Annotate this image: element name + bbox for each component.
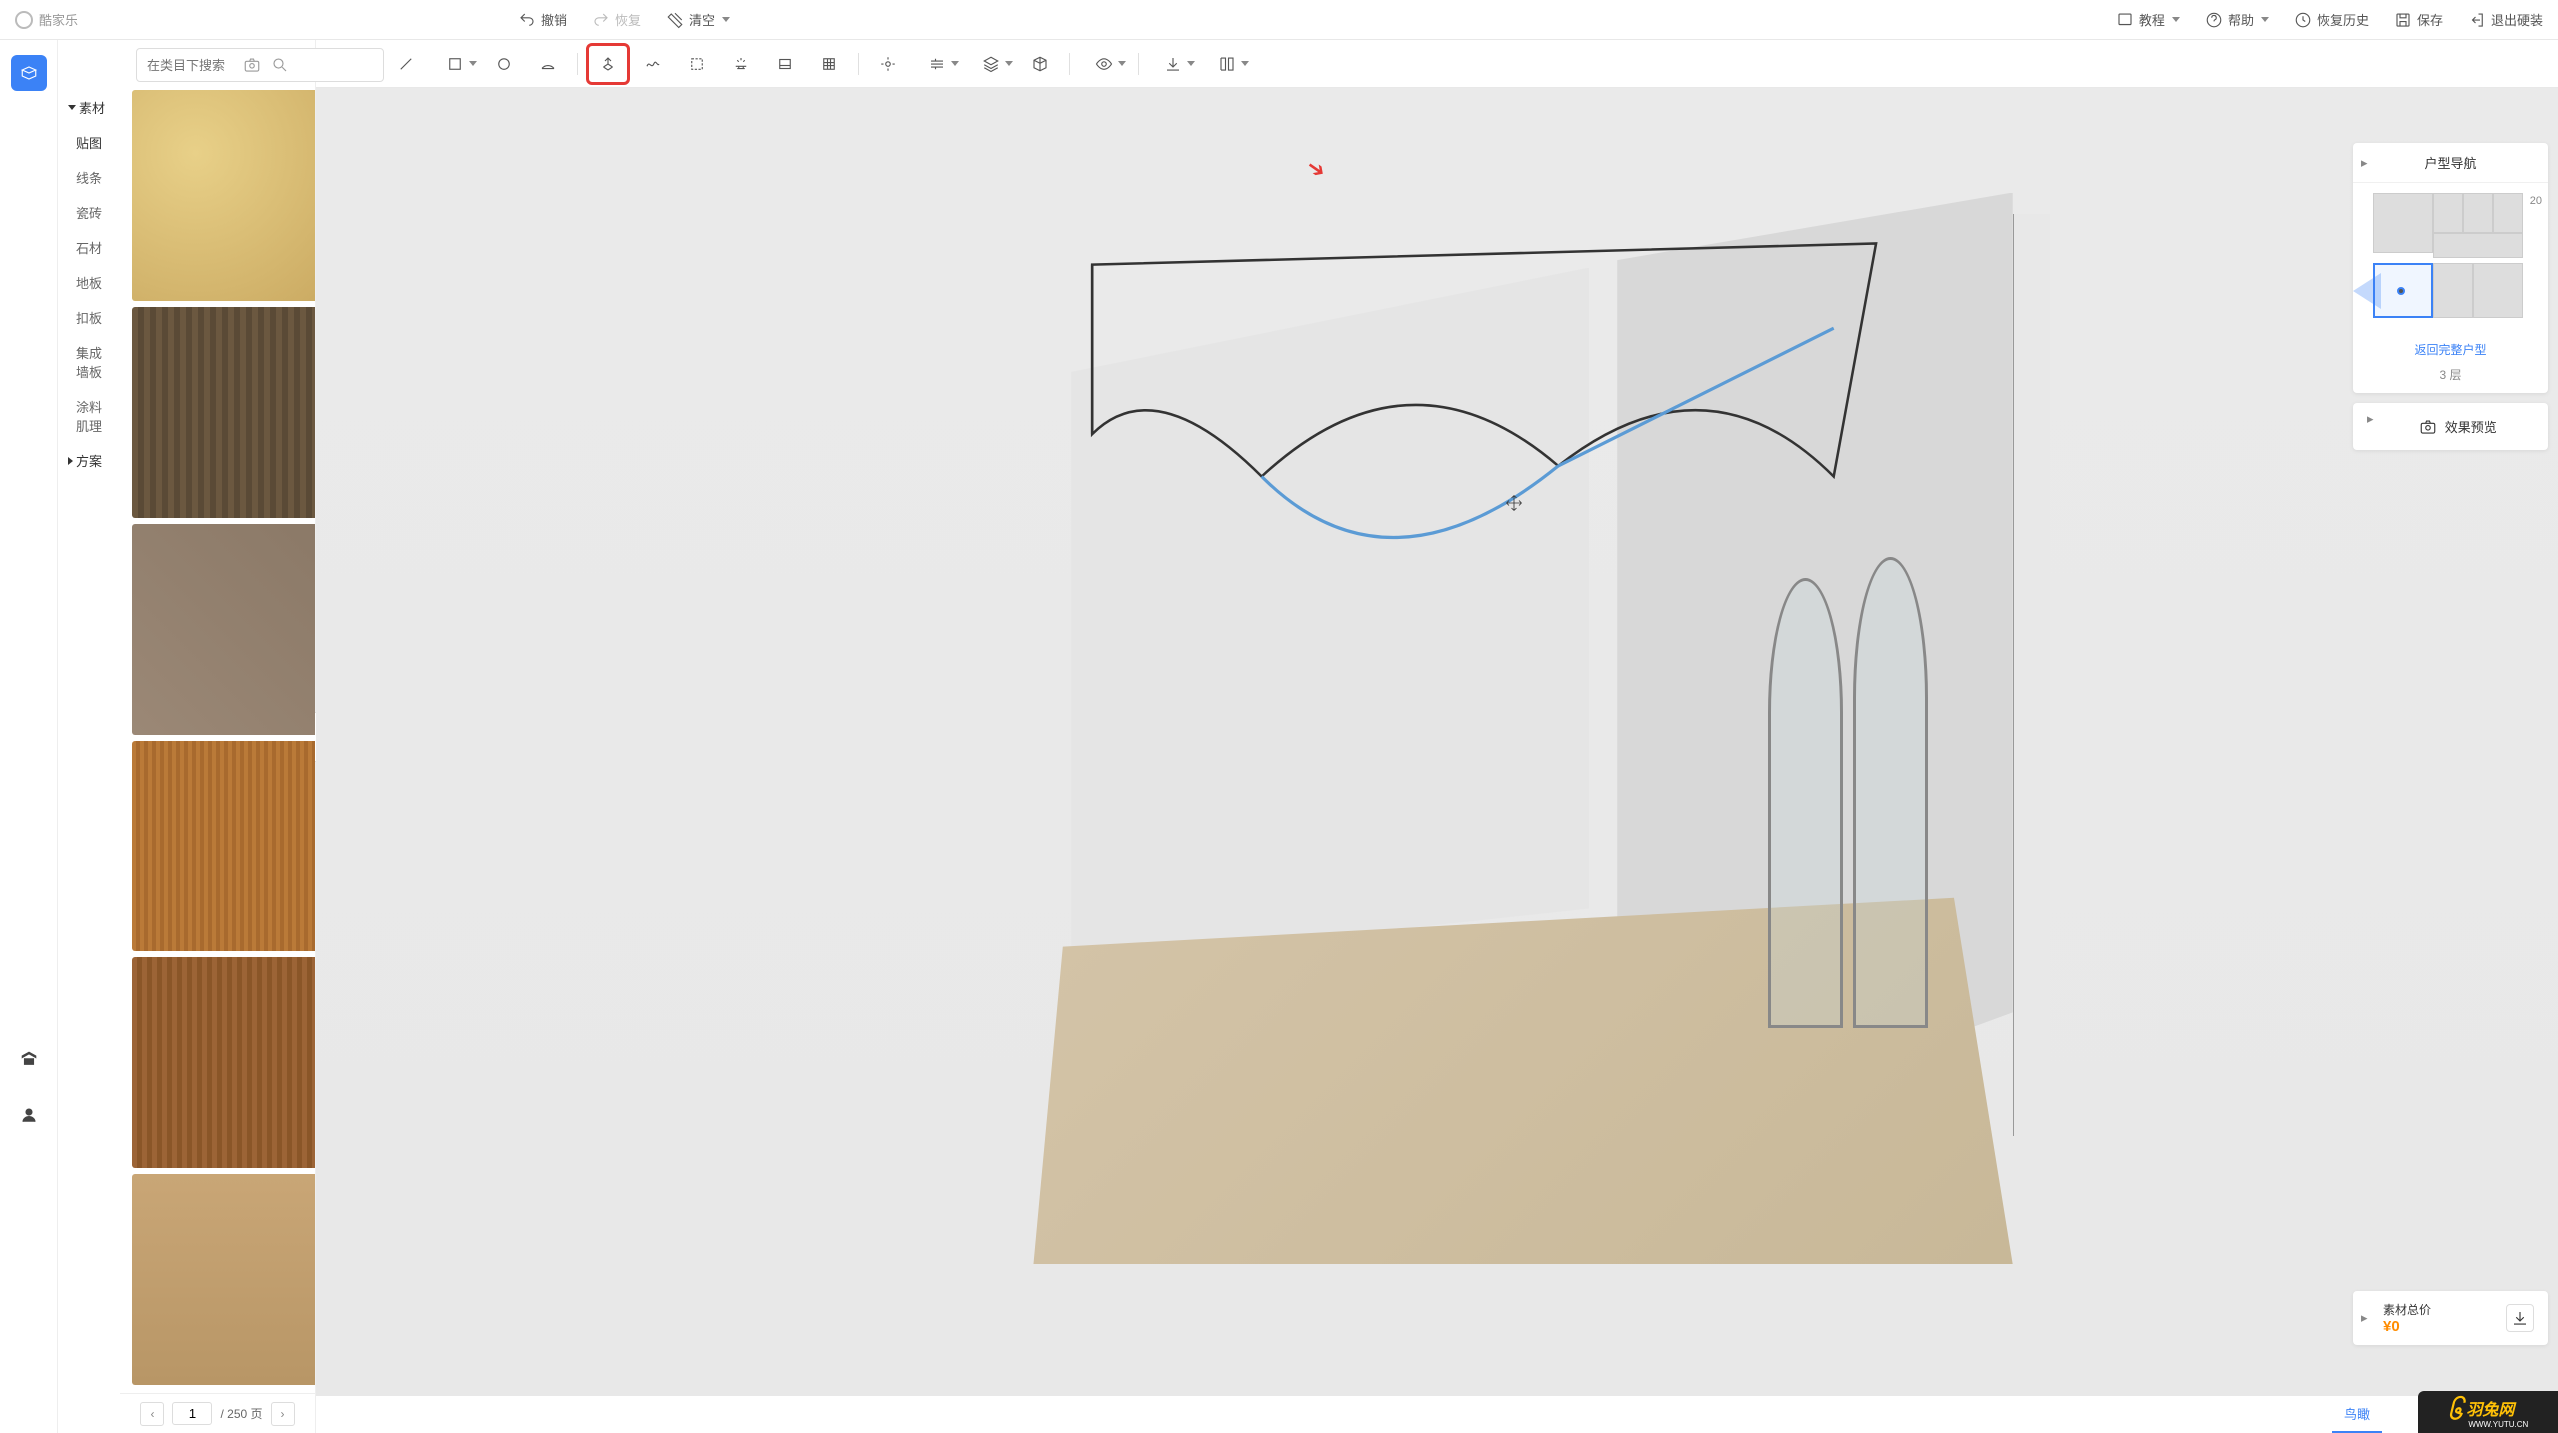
material-grid [120, 40, 315, 1393]
material-item[interactable] [132, 957, 315, 1168]
annotation-arrow: ➔ [1301, 153, 1331, 185]
chevron-down-icon [2261, 17, 2269, 22]
floorplan-nav-panel: ▸ 户型导航 20 [2353, 143, 2548, 393]
tool-panel-button[interactable] [764, 46, 806, 82]
exit-button[interactable]: 退出硬装 [2468, 10, 2543, 29]
nav-item-paint[interactable]: 涂料肌理 [58, 389, 120, 443]
price-label: 素材总价 [2383, 1301, 2431, 1318]
chevron-down-icon [2172, 17, 2180, 22]
tool-grid-button[interactable] [808, 46, 850, 82]
watermark: ၆ 羽兔网 WWW.YUTU.CN [2418, 1391, 2558, 1433]
pager-current-input[interactable] [172, 1402, 212, 1425]
view-bird-tab[interactable]: 鸟瞰 [2332, 1396, 2382, 1433]
material-item[interactable] [132, 741, 315, 952]
nav-item-floor[interactable]: 地板 [58, 265, 120, 300]
viewport-3d[interactable]: ➔ [316, 88, 2558, 1395]
tool-download-button[interactable] [1147, 46, 1199, 82]
tool-align-button[interactable] [911, 46, 963, 82]
search-icon[interactable] [271, 56, 289, 74]
camera-icon [2419, 418, 2437, 436]
category-nav: 素材 贴图 线条 瓷砖 石材 地板 扣板 集成墙板 涂料肌理 方案 [58, 40, 120, 1433]
price-expand-button[interactable] [2506, 1304, 2534, 1332]
tool-rect-button[interactable] [429, 46, 481, 82]
nav-item-texture[interactable]: 贴图 [58, 125, 120, 160]
camera-icon[interactable] [243, 56, 261, 74]
tool-measure-button[interactable] [867, 46, 909, 82]
rail-user-button[interactable] [11, 1097, 47, 1133]
material-item[interactable] [132, 90, 315, 301]
nav-item-molding[interactable]: 线条 [58, 160, 120, 195]
tool-cube-button[interactable] [1019, 46, 1061, 82]
nav-item-stone[interactable]: 石材 [58, 230, 120, 265]
tool-view-button[interactable] [1201, 46, 1253, 82]
tool-region-button[interactable] [676, 46, 718, 82]
help-button[interactable]: 帮助 [2205, 10, 2269, 29]
clear-button[interactable]: 清空 [666, 10, 730, 29]
pager-prev-button[interactable]: ‹ [140, 1402, 164, 1426]
top-menu: 酷家乐 撤销 恢复 清空 教程 帮助 恢复历史 [0, 0, 2558, 40]
pager: ‹ / 250 页 › [120, 1393, 315, 1433]
preview-panel: ▸ 效果预览 [2353, 403, 2548, 450]
pager-next-button[interactable]: › [271, 1402, 295, 1426]
tool-arc-button[interactable] [527, 46, 569, 82]
move-gizmo-icon [1504, 493, 1524, 513]
tool-light-button[interactable] [720, 46, 762, 82]
history-button[interactable]: 恢复历史 [2294, 10, 2369, 29]
material-item[interactable] [132, 524, 315, 735]
nav-item-panel[interactable]: 扣板 [58, 300, 120, 335]
minimap[interactable]: 20 [2353, 183, 2548, 333]
price-panel: ▸ 素材总价 ¥0 [2353, 1291, 2548, 1345]
material-item[interactable] [132, 1174, 315, 1385]
chevron-down-icon [722, 17, 730, 22]
panel-collapse-icon[interactable]: ▸ [2361, 1310, 2368, 1326]
preview-label[interactable]: 效果预览 [2445, 417, 2497, 436]
tool-ribbon [316, 40, 2558, 88]
return-floorplan-link[interactable]: 返回完整户型 [2353, 333, 2548, 366]
materials-header[interactable]: 素材 [58, 90, 120, 125]
save-button[interactable]: 保存 [2394, 10, 2443, 29]
left-rail [0, 40, 58, 1433]
material-item[interactable] [132, 307, 315, 518]
panel-collapse-icon[interactable]: ▸ [2361, 155, 2368, 171]
pager-total-label: / 250 页 [220, 1405, 262, 1422]
tutorial-button[interactable]: 教程 [2116, 10, 2180, 29]
redo-button[interactable]: 恢复 [592, 10, 641, 29]
bottom-bar: 鸟瞰 漫游 [316, 1395, 2558, 1433]
undo-button[interactable]: 撤销 [518, 10, 567, 29]
left-panel: 素材 贴图 线条 瓷砖 石材 地板 扣板 集成墙板 涂料肌理 方案 ‹ [58, 40, 316, 1433]
tool-visibility-button[interactable] [1078, 46, 1130, 82]
price-value: ¥0 [2383, 1318, 2431, 1335]
panel-collapse-icon[interactable]: ▸ [2367, 411, 2374, 427]
tool-layer-button[interactable] [965, 46, 1017, 82]
tool-line-button[interactable] [385, 46, 427, 82]
rail-home-button[interactable] [11, 1041, 47, 1077]
search-bar [128, 40, 307, 90]
nav-item-tile[interactable]: 瓷砖 [58, 195, 120, 230]
nav-item-wallboard[interactable]: 集成墙板 [58, 335, 120, 389]
tool-extrude-button[interactable] [586, 43, 630, 85]
tool-freehand-button[interactable] [632, 46, 674, 82]
app-name: 酷家乐 [39, 10, 78, 29]
app-logo: 酷家乐 [15, 10, 78, 29]
tool-circle-button[interactable] [483, 46, 525, 82]
floorplan-nav-title: 户型导航 [2424, 156, 2476, 171]
rail-library-button[interactable] [11, 55, 47, 91]
floor-label: 3 层 [2353, 366, 2548, 393]
plans-header[interactable]: 方案 [58, 443, 120, 478]
canvas-area: ➔ [316, 40, 2558, 1433]
